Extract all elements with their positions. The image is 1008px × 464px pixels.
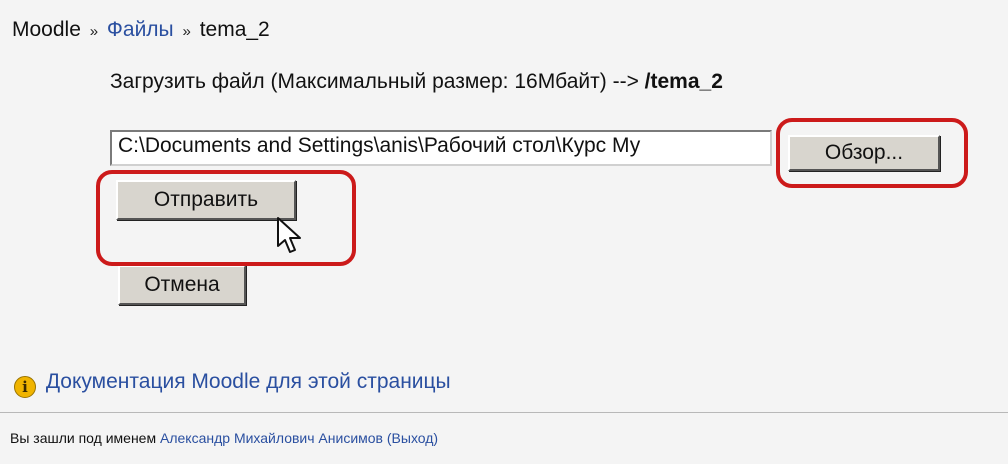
breadcrumb-separator: »: [89, 23, 99, 40]
cancel-button[interactable]: Отмена: [118, 265, 246, 305]
docs-section: i Документация Moodle для этой страницы: [14, 370, 451, 398]
browse-button[interactable]: Обзор...: [788, 135, 940, 171]
submit-button[interactable]: Отправить: [116, 180, 296, 220]
file-path-input[interactable]: C:\Documents and Settings\anis\Рабочий с…: [110, 130, 772, 166]
upload-heading: Загрузить файл (Максимальный размер: 16М…: [110, 70, 723, 94]
user-profile-link[interactable]: Александр Михайлович Анисимов: [160, 430, 383, 446]
breadcrumb-files-link[interactable]: Файлы: [107, 18, 174, 41]
breadcrumb-current: tema_2: [199, 18, 270, 41]
breadcrumb: Moodle » Файлы » tema_2: [12, 18, 270, 42]
breadcrumb-separator: »: [182, 23, 191, 40]
breadcrumb-home: Moodle: [12, 18, 81, 41]
login-info: Вы зашли под именем Александр Михайлович…: [10, 430, 438, 446]
docs-link[interactable]: Документация Moodle для этой страницы: [46, 370, 451, 393]
info-icon: i: [14, 376, 36, 398]
logout-link[interactable]: (Выход): [387, 430, 438, 446]
upload-target-folder: /tema_2: [644, 70, 723, 93]
upload-heading-text: Загрузить файл (Максимальный размер: 16М…: [110, 70, 645, 93]
page: Moodle » Файлы » tema_2 Загрузить файл (…: [0, 0, 1008, 464]
mouse-cursor-icon: [277, 217, 301, 253]
login-prefix: Вы зашли под именем: [10, 430, 160, 446]
divider: [0, 412, 1008, 413]
